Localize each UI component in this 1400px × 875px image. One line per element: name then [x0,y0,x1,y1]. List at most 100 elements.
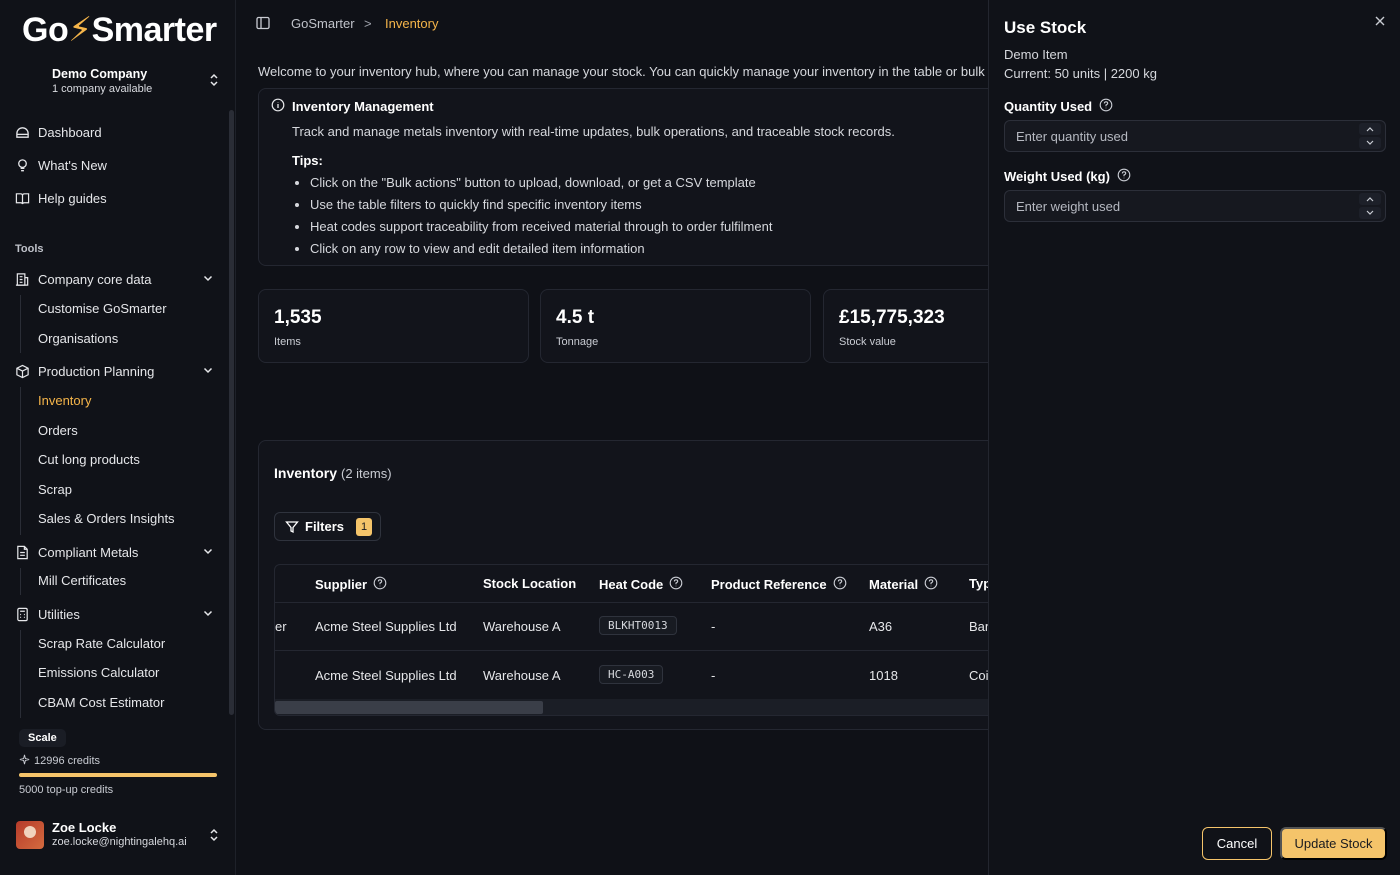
help-circle-icon[interactable] [833,576,847,593]
logo-bolt: ⚡ [68,11,92,49]
nav-group-company-core-data[interactable]: Company core data [8,266,220,292]
cancel-button[interactable]: Cancel [1202,827,1272,860]
chevron-up-icon[interactable] [1359,123,1381,135]
update-stock-button[interactable]: Update Stock [1280,827,1387,860]
nav-mill-certificates[interactable]: Mill Certificates [38,573,126,588]
cell-location: Warehouse A [483,619,561,634]
quantity-used-label: Quantity Used [1004,98,1113,115]
stat-label: Stock value [839,336,896,348]
column-header-product-reference[interactable]: Product Reference [711,576,847,593]
tip-item: Heat codes support traceability from rec… [310,219,772,241]
cell-material: A36 [869,619,893,634]
chevron-down-icon[interactable] [1359,137,1381,149]
breadcrumb-home[interactable]: GoSmarter [291,16,355,31]
table-horizontal-scrollbar[interactable] [275,699,988,715]
lightbulb-icon [14,157,30,173]
table-title: Inventory [274,465,338,481]
main-content: GoSmarter > Inventory Welcome to your in… [236,0,988,875]
nav-whats-new-label: What's New [38,157,107,173]
topup-credits: 5000 top-up credits [19,784,114,796]
heat-code-chip: HC-A003 [599,665,664,684]
column-header-heat-code[interactable]: Heat Code [599,576,683,593]
drawer-title: Use Stock [1004,18,1087,37]
app-root: Go⚡Smarter Demo Company 1 company availa… [0,0,1400,875]
column-header-stock-location[interactable]: Stock Location [483,576,576,591]
heat-code-chip: BLKHT0013 [599,616,677,635]
gosmarter-logo[interactable]: Go⚡Smarter [22,10,217,50]
nav-whats-new[interactable]: What's New [8,152,220,178]
nav-help-label: Help guides [38,190,107,206]
help-circle-icon[interactable] [1117,168,1131,185]
nav-customise-gosmarter[interactable]: Customise GoSmarter [38,301,167,316]
column-header-type[interactable]: Typ [969,576,988,591]
cell-truncated: er [275,619,287,634]
nav-cbam-cost-estimator[interactable]: CBAM Cost Estimator [38,695,164,710]
stat-label: Items [274,336,301,348]
help-circle-icon[interactable] [924,576,938,593]
stat-card-stock-value: £15,775,323 Stock value [823,289,988,363]
dashboard-icon [14,124,30,140]
column-label: Material [869,577,919,592]
nav-emissions-calculator[interactable]: Emissions Calculator [38,665,159,680]
quantity-stepper[interactable] [1359,123,1381,149]
nav-group-production-planning[interactable]: Production Planning [8,358,220,384]
table-header-row: Supplier Stock Location Heat Code Produc… [275,565,988,603]
sidebar-toggle-icon[interactable] [256,16,270,35]
sparkle-icon [19,754,30,768]
nav-inventory[interactable]: Inventory [38,393,91,408]
weight-used-field[interactable] [1004,190,1386,222]
tools-section-label: Tools [15,243,44,255]
table-item-count: (2 items) [341,466,392,481]
nav-organisations[interactable]: Organisations [38,331,118,346]
drawer-current-stock: Current: 50 units | 2200 kg [1004,66,1157,81]
quantity-used-field[interactable] [1004,120,1386,152]
column-header-material[interactable]: Material [869,576,938,593]
credits-progress-bar [19,773,217,777]
tip-item: Click on any row to view and edit detail… [310,241,772,263]
avatar [16,821,44,849]
stat-card-tonnage: 4.5 t Tonnage [540,289,811,363]
column-label: Supplier [315,577,368,592]
subnav-production: Inventory Orders Cut long products Scrap… [20,387,175,535]
nav-help-guides[interactable]: Help guides [8,185,220,211]
credits-info: 12996 credits [19,754,100,768]
scrollbar-thumb[interactable] [275,701,543,714]
subnav-utilities: Scrap Rate Calculator Emissions Calculat… [20,630,165,718]
column-label: Typ [969,576,988,591]
filters-label: Filters [305,519,345,534]
help-circle-icon[interactable] [373,576,387,593]
user-menu[interactable]: Zoe Locke zoe.locke@nightingalehq.ai [8,813,228,857]
weight-used-input[interactable] [1005,191,1345,221]
chevron-up-icon[interactable] [1359,193,1381,205]
building-icon [14,271,30,287]
chevron-down-icon[interactable] [1359,207,1381,219]
help-circle-icon[interactable] [1099,98,1113,115]
table-row[interactable]: er Acme Steel Supplies Ltd Warehouse A B… [275,603,988,651]
close-icon[interactable] [1374,14,1386,32]
tip-item: Click on the "Bulk actions" button to up… [310,175,772,197]
company-switcher[interactable]: Demo Company 1 company available [8,62,228,102]
cube-icon [14,363,30,379]
user-name: Zoe Locke [52,820,117,835]
chevron-down-icon [202,545,214,560]
column-label: Heat Code [599,577,664,592]
nav-scrap-rate-calculator[interactable]: Scrap Rate Calculator [38,636,165,651]
column-label: Product Reference [711,577,827,592]
table-row[interactable]: Acme Steel Supplies Ltd Warehouse A HC-A… [275,652,988,700]
nav-group-compliant-metals[interactable]: Compliant Metals [8,539,220,565]
nav-cut-long-products[interactable]: Cut long products [38,452,140,467]
nav-sales-orders-insights[interactable]: Sales & Orders Insights [38,511,175,526]
column-header-supplier[interactable]: Supplier [315,576,387,593]
weight-stepper[interactable] [1359,193,1381,219]
chevron-down-icon [202,364,214,379]
nav-group-utilities[interactable]: Utilities [8,601,220,627]
nav-dashboard[interactable]: Dashboard [8,119,220,145]
stat-value: 4.5 t [556,307,595,328]
nav-orders[interactable]: Orders [38,423,78,438]
filters-button[interactable]: Filters 1 [274,512,381,541]
help-circle-icon[interactable] [669,576,683,593]
chevron-down-icon [202,607,214,622]
quantity-used-input[interactable] [1005,121,1345,151]
nav-scrap[interactable]: Scrap [38,482,72,497]
sidebar-scrollbar[interactable] [229,110,234,715]
